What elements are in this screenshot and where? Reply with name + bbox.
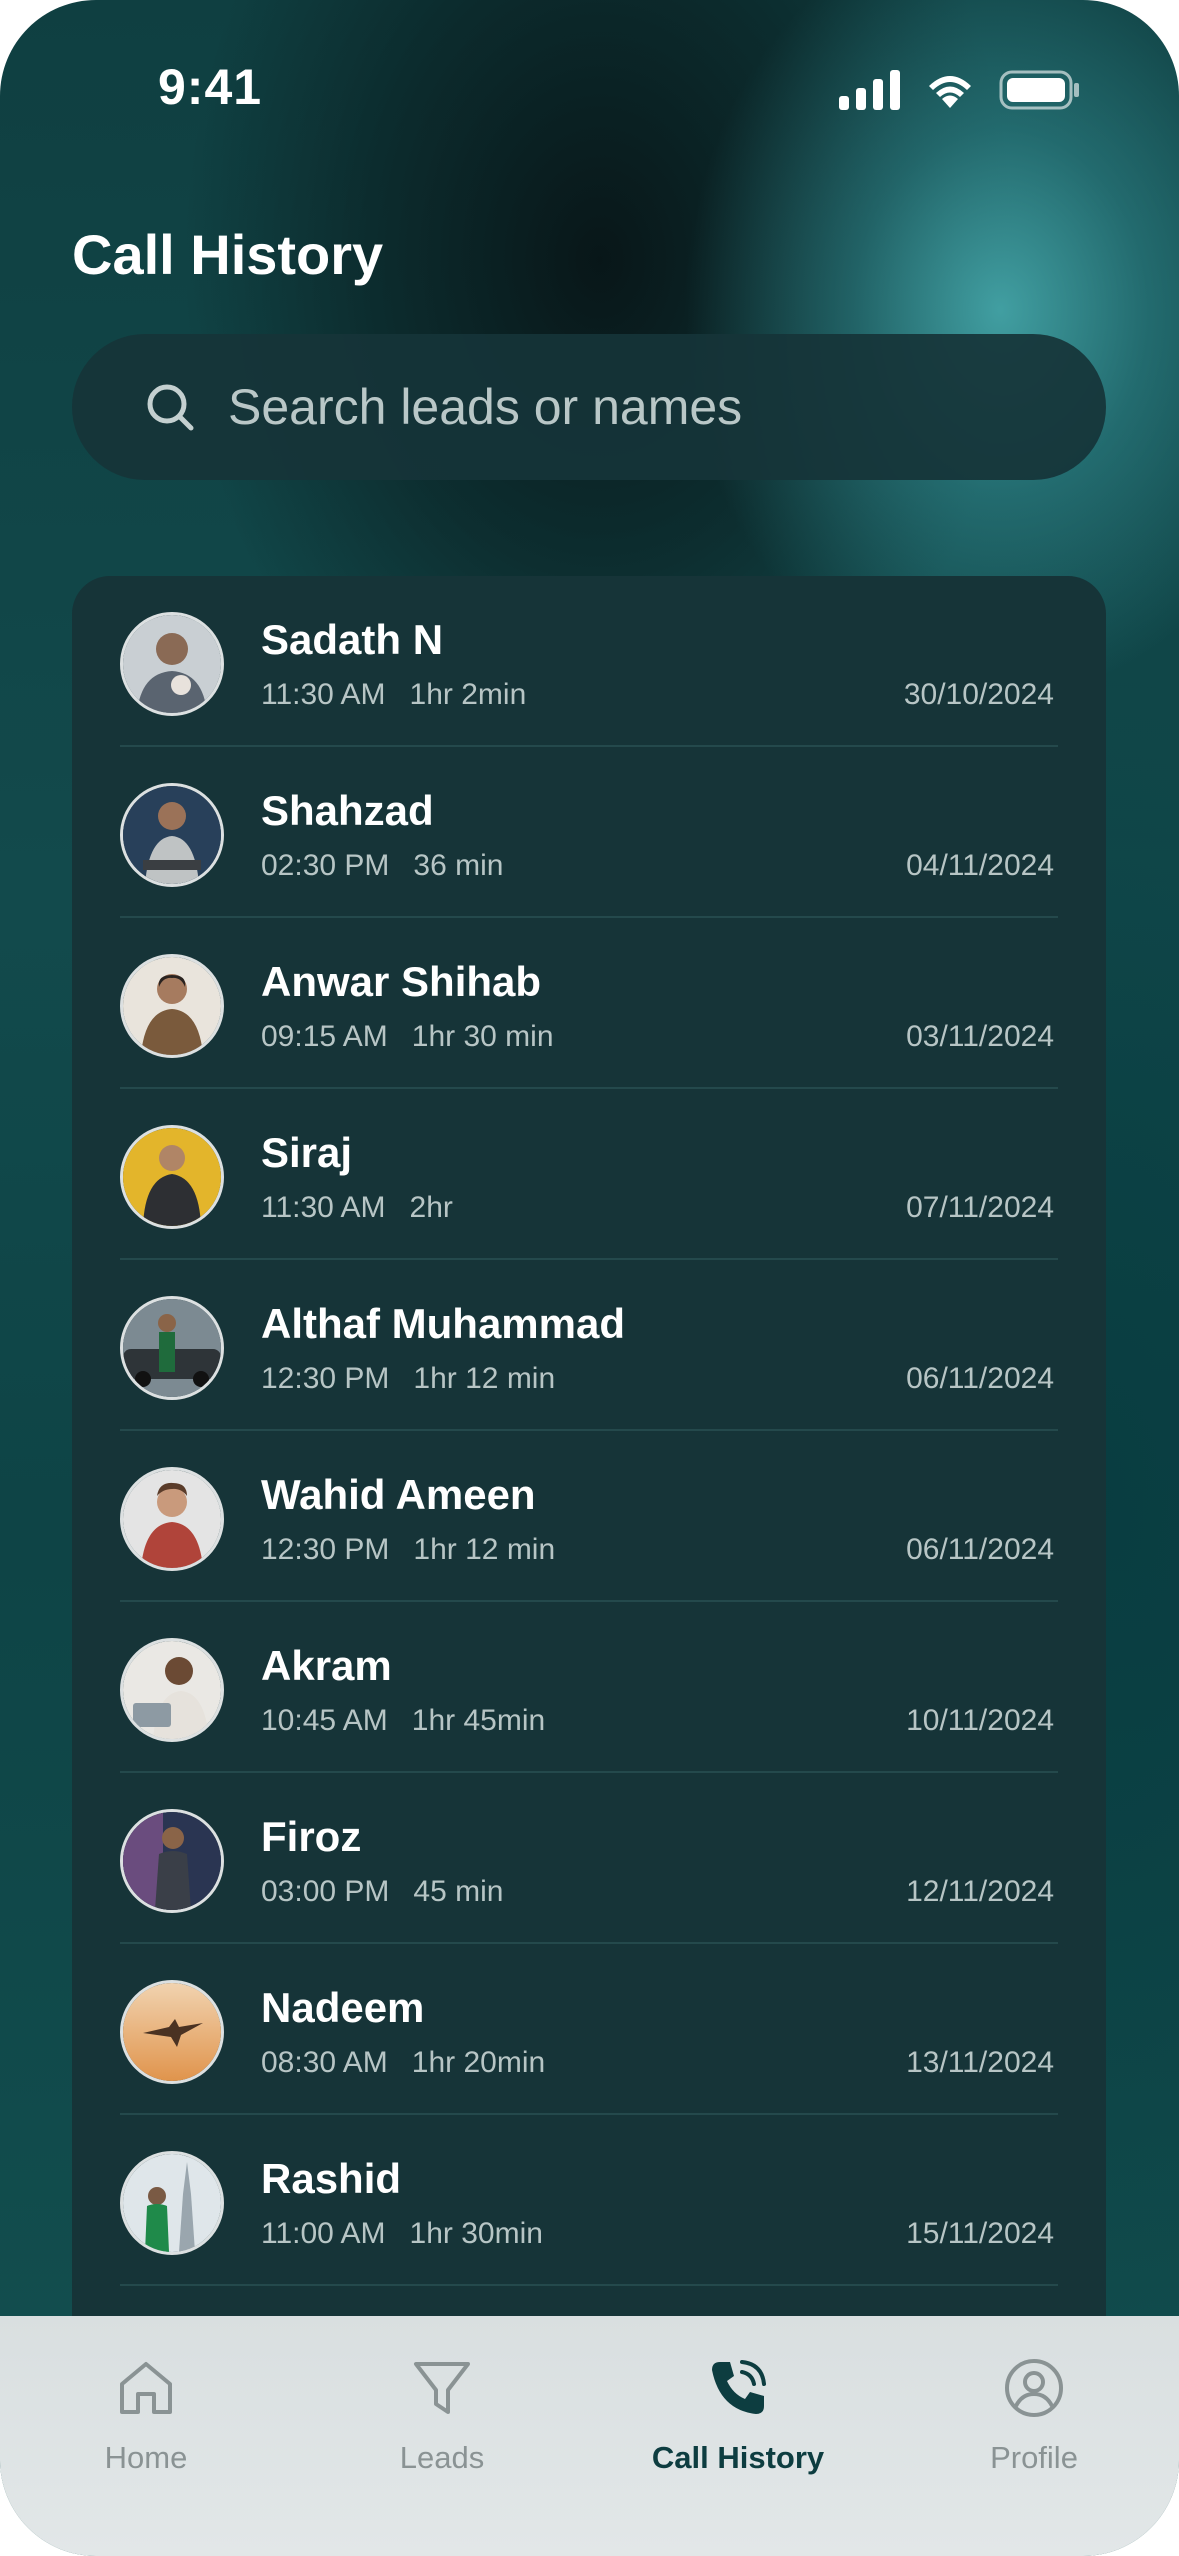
avatar bbox=[120, 1296, 224, 1400]
search-bar[interactable] bbox=[72, 334, 1106, 480]
call-date: 06/11/2024 bbox=[906, 1533, 1054, 1566]
tab-home[interactable]: Home bbox=[16, 2356, 276, 2506]
wifi-icon bbox=[929, 76, 971, 108]
search-icon bbox=[147, 384, 194, 431]
call-duration: 1hr 12 min bbox=[413, 1533, 556, 1566]
call-row[interactable]: Wahid Ameen 12:30 PM 1hr 12 min 06/11/202… bbox=[120, 1431, 1058, 1602]
call-time: 11:30 AM bbox=[261, 1191, 386, 1224]
call-date: 07/11/2024 bbox=[906, 1191, 1054, 1224]
call-duration: 1hr 30min bbox=[409, 2217, 543, 2250]
call-row[interactable]: Shahzad 02:30 PM 36 min 04/11/2024 bbox=[120, 747, 1058, 918]
avatar bbox=[120, 612, 224, 716]
call-date: 13/11/2024 bbox=[906, 2046, 1054, 2079]
tab-label: Profile bbox=[990, 2440, 1078, 2475]
call-time: 02:30 PM bbox=[261, 849, 390, 882]
call-row[interactable]: Anwar Shihab 09:15 AM 1hr 30 min 03/11/20… bbox=[120, 918, 1058, 1089]
call-time: 12:30 PM bbox=[261, 1362, 390, 1395]
search-input[interactable] bbox=[226, 377, 1050, 437]
tab-leads[interactable]: Leads bbox=[312, 2356, 572, 2506]
call-meta: 12:30 PM 1hr 12 min bbox=[261, 1533, 555, 1567]
tab-label: Leads bbox=[399, 2440, 485, 2475]
signal-icon bbox=[839, 70, 900, 110]
contact-name: Rashid bbox=[261, 2155, 402, 2202]
battery-icon bbox=[999, 70, 1079, 110]
call-row[interactable]: Althaf Muhammad 12:30 PM 1hr 12 min 06/11… bbox=[120, 1260, 1058, 1431]
call-time: 09:15 AM bbox=[261, 1020, 388, 1053]
call-time: 11:00 AM bbox=[261, 2217, 386, 2250]
call-duration: 1hr 30 min bbox=[411, 1020, 554, 1053]
filter-icon bbox=[414, 2362, 470, 2414]
call-meta: 09:15 AM 1hr 30 min bbox=[261, 1020, 554, 1054]
status-time: 9:41 bbox=[158, 59, 263, 115]
tab-profile[interactable]: Profile bbox=[904, 2356, 1164, 2506]
call-row[interactable]: Siraj 11:30 AM 2hr 07/11/2024 bbox=[120, 1089, 1058, 1260]
call-date: 06/11/2024 bbox=[906, 1362, 1054, 1395]
avatar bbox=[120, 1980, 224, 2084]
avatar bbox=[120, 1638, 224, 1742]
call-row[interactable]: Firoz 03:00 PM 45 min 12/11/2024 bbox=[120, 1773, 1058, 1944]
tab-bar: Home Leads Call History Profile bbox=[0, 2316, 1179, 2556]
call-duration: 2hr bbox=[409, 1191, 453, 1224]
call-duration: 1hr 45min bbox=[411, 1704, 546, 1737]
avatar bbox=[120, 2151, 224, 2255]
contact-name: Siraj bbox=[261, 1129, 353, 1176]
avatar bbox=[120, 1125, 224, 1229]
call-meta: 02:30 PM 36 min bbox=[261, 849, 503, 883]
call-row[interactable]: Rashid 11:00 AM 1hr 30min 15/11/2024 bbox=[120, 2115, 1058, 2286]
call-time: 03:00 PM bbox=[261, 1875, 390, 1908]
contact-name: Wahid Ameen bbox=[261, 1471, 536, 1518]
user-circle-icon bbox=[1005, 2359, 1063, 2417]
tab-label: Call History bbox=[651, 2440, 825, 2475]
avatar bbox=[120, 954, 224, 1058]
contact-name: Sadath N bbox=[261, 616, 444, 663]
call-time: 11:30 AM bbox=[261, 678, 386, 711]
call-time: 12:30 PM bbox=[261, 1533, 390, 1566]
call-time: 10:45 AM bbox=[261, 1704, 388, 1737]
call-meta: 03:00 PM 45 min bbox=[261, 1875, 503, 1909]
page-title: Call History bbox=[72, 223, 384, 286]
call-date: 04/11/2024 bbox=[906, 849, 1054, 882]
call-meta: 11:30 AM 2hr bbox=[261, 1191, 453, 1225]
avatar bbox=[120, 783, 224, 887]
phone-call-icon bbox=[712, 2360, 766, 2414]
avatar bbox=[120, 1467, 224, 1571]
call-date: 15/11/2024 bbox=[906, 2217, 1054, 2250]
home-icon bbox=[120, 2362, 172, 2414]
phone-screen: 9:41 Call History Search leads or names … bbox=[0, 0, 1179, 2556]
call-row[interactable]: Akram 10:45 AM 1hr 45min 10/11/2024 bbox=[120, 1602, 1058, 1773]
call-duration: 36 min bbox=[413, 849, 504, 882]
contact-name: Shahzad bbox=[261, 787, 434, 834]
call-meta: 10:45 AM 1hr 45min bbox=[261, 1704, 545, 1738]
call-date: 10/11/2024 bbox=[906, 1704, 1054, 1737]
contact-name: Firoz bbox=[261, 1813, 362, 1860]
contact-name: Akram bbox=[261, 1642, 392, 1689]
call-date: 12/11/2024 bbox=[906, 1875, 1054, 1908]
call-date: 03/11/2024 bbox=[906, 1020, 1054, 1053]
call-time: 08:30 AM bbox=[261, 2046, 388, 2079]
contact-name: Nadeem bbox=[261, 1984, 425, 2031]
call-duration: 1hr 2min bbox=[409, 678, 527, 711]
call-duration: 45 min bbox=[413, 1875, 504, 1908]
call-duration: 1hr 12 min bbox=[413, 1362, 556, 1395]
call-meta: 11:30 AM 1hr 2min bbox=[261, 678, 526, 712]
tab-label: Home bbox=[104, 2440, 188, 2475]
contact-name: Althaf Muhammad bbox=[261, 1300, 626, 1347]
call-date: 30/10/2024 bbox=[903, 678, 1054, 711]
avatar bbox=[120, 1809, 224, 1913]
call-row[interactable]: Sadath N 11:30 AM 1hr 2min 30/10/2024 bbox=[120, 576, 1058, 747]
call-duration: 1hr 20min bbox=[411, 2046, 546, 2079]
status-icons bbox=[839, 68, 1081, 112]
contact-name: Anwar Shihab bbox=[261, 958, 542, 1005]
call-meta: 08:30 AM 1hr 20min bbox=[261, 2046, 545, 2080]
call-list: Sadath N 11:30 AM 1hr 2min 30/10/2024 Sha… bbox=[72, 576, 1106, 2376]
call-meta: 12:30 PM 1hr 12 min bbox=[261, 1362, 555, 1396]
tab-call-history[interactable]: Call History bbox=[608, 2356, 868, 2506]
call-meta: 11:00 AM 1hr 30min bbox=[261, 2217, 543, 2251]
call-row[interactable]: Nadeem 08:30 AM 1hr 20min 13/11/2024 bbox=[120, 1944, 1058, 2115]
